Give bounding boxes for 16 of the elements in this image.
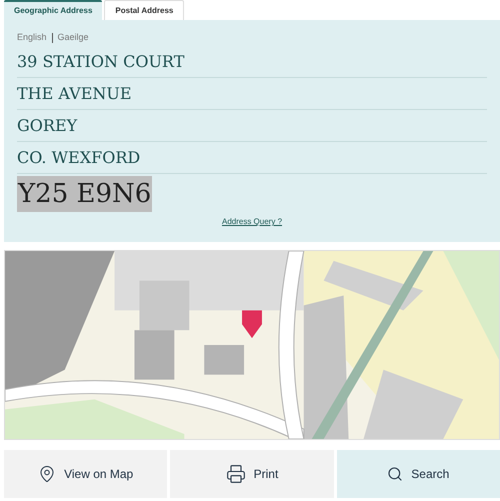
printer-icon <box>226 464 246 484</box>
search-button[interactable]: Search <box>336 450 500 498</box>
language-link[interactable]: Gaeilge <box>58 31 89 45</box>
address-query-link[interactable]: Address Query ? <box>222 216 282 228</box>
language-link[interactable]: English <box>17 31 47 45</box>
print-button[interactable]: Print <box>170 450 334 498</box>
view-on-map-button[interactable]: View on Map <box>4 450 168 498</box>
address-line: CO. WEXFORD <box>17 142 487 174</box>
search-icon <box>387 466 404 482</box>
address-line: GOREY <box>17 110 487 142</box>
address-line: THE AVENUE <box>17 78 487 110</box>
tab[interactable]: Geographic Address <box>4 0 102 20</box>
map-pin-icon <box>38 465 56 483</box>
tab[interactable]: Postal Address <box>104 0 184 20</box>
address-line: 39 STATION COURT <box>17 46 487 78</box>
eircode: Y25 E9N6 <box>17 176 152 212</box>
